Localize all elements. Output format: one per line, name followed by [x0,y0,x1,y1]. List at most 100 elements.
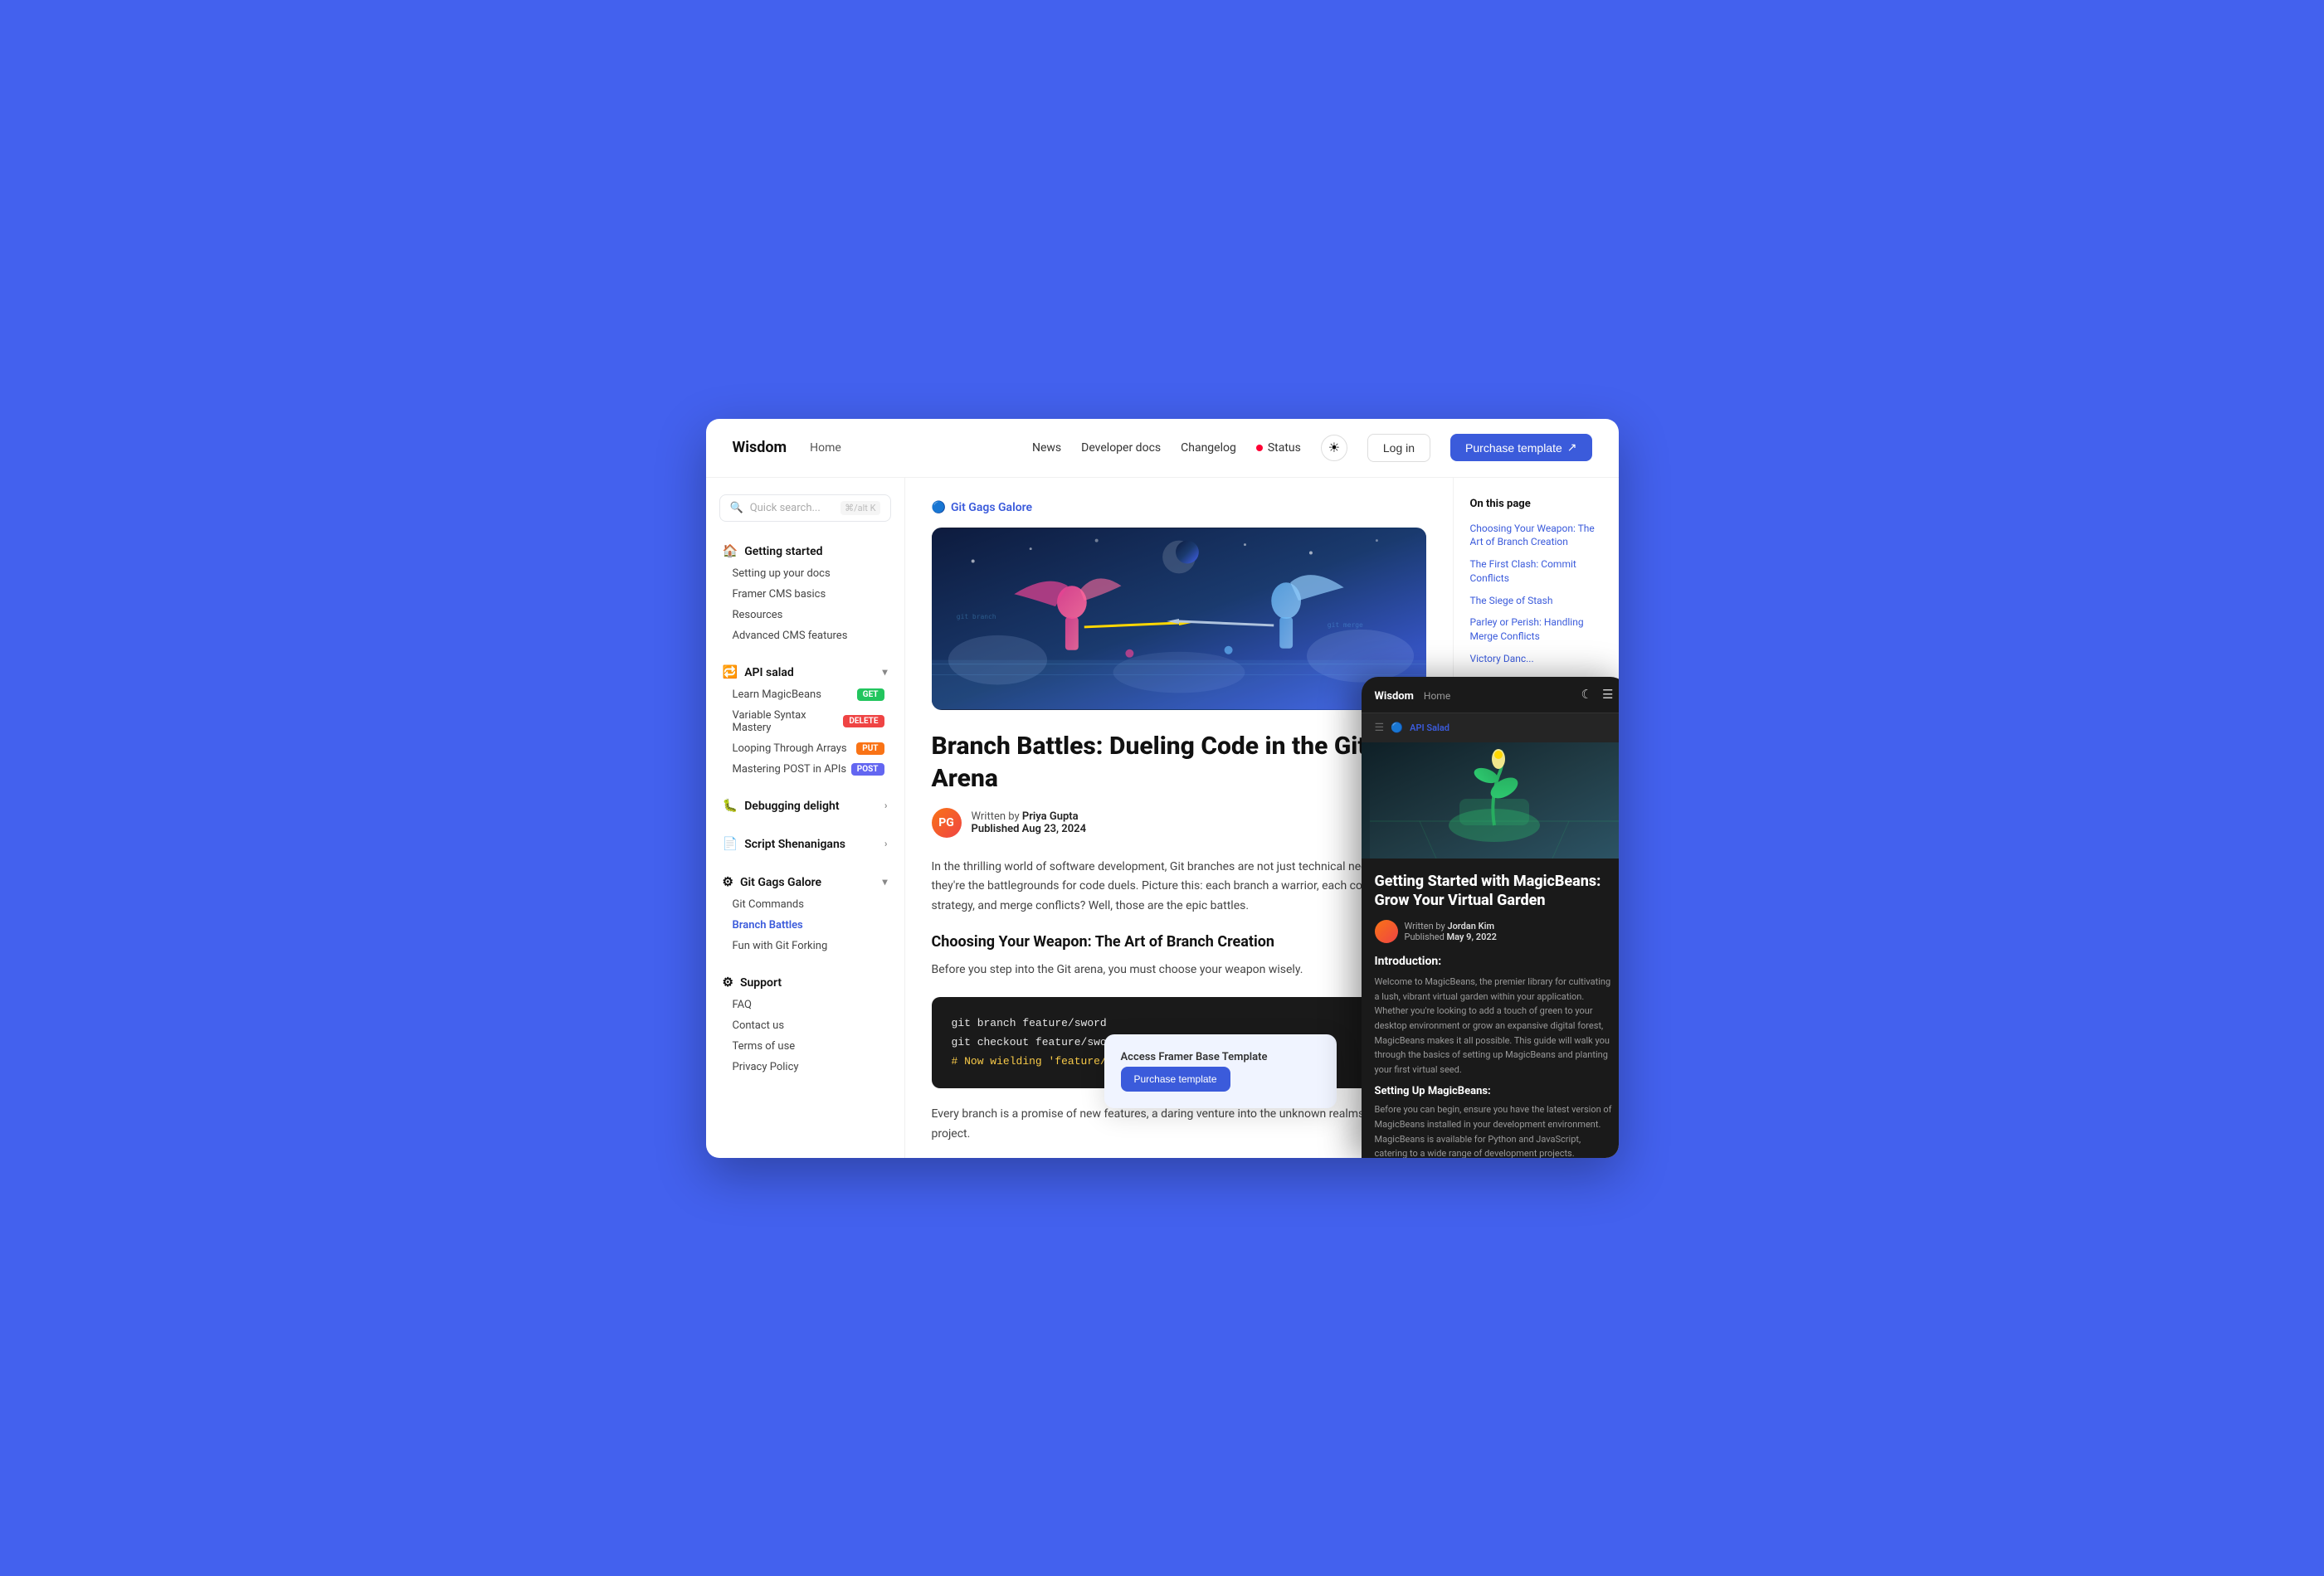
sidebar-header-script[interactable]: 📄Script Shenanigans › [719,831,891,856]
status-dot [1256,445,1263,451]
mobile-topbar: Wisdom Home ☾ ☰ [1362,677,1619,713]
external-link-icon: ↗ [1567,440,1577,455]
search-icon: 🔍 [730,502,743,514]
mobile-preview: Wisdom Home ☾ ☰ ☰ 🔵 API Salad [1362,677,1619,1158]
sidebar-section-support: ⚙Support FAQ Contact us Terms of use Pri… [719,970,891,1077]
sun-icon: ☀ [1328,440,1340,455]
mobile-author-text: Written by Jordan Kim Published May 9, 2… [1405,921,1497,942]
sidebar-item-branch-battles[interactable]: Branch Battles [726,915,891,936]
code-line-1: git branch feature/sword [952,1017,1107,1029]
search-shortcut: ⌘/alt K [840,501,879,515]
purchase-button[interactable]: Purchase template ↗ [1450,434,1591,461]
mobile-icons: ☾ ☰ [1581,687,1614,702]
author-avatar: PG [932,808,962,838]
home-icon: 🏠 [723,543,738,558]
menu-icon[interactable]: ☰ [1602,687,1613,702]
article-meta: PG Written by Priya Gupta Published Aug … [932,808,1426,838]
mobile-menu-icon: ☰ [1375,722,1385,734]
sidebar-item-advanced-cms[interactable]: Advanced CMS features [726,625,891,646]
mobile-api-label: API Salad [1410,722,1449,733]
sidebar-item-privacy[interactable]: Privacy Policy [726,1057,891,1077]
api-icon: 🔁 [723,664,738,679]
mobile-hero-image [1362,742,1619,859]
mobile-intro-text: Welcome to MagicBeans, the premier libra… [1375,975,1614,1077]
sidebar-item-terms[interactable]: Terms of use [726,1036,891,1057]
sidebar-item-setting-up-docs[interactable]: Setting up your docs [726,563,891,584]
status-indicator[interactable]: Status [1256,441,1301,455]
mobile-article-title: Getting Started with MagicBeans: Grow Yo… [1375,872,1614,911]
tag-icon: 🔵 [932,501,946,514]
search-placeholder: Quick search... [750,502,821,514]
badge-get: GET [857,688,884,701]
sidebar-item-resources[interactable]: Resources [726,605,891,625]
mobile-intro-heading: Introduction: [1375,955,1614,968]
mobile-nav: ☰ 🔵 API Salad [1362,713,1619,742]
svg-text:git merge: git merge [1327,620,1362,628]
mobile-home-label: Home [1424,690,1450,702]
bug-icon: 🐛 [723,798,738,813]
getting-started-items: Setting up your docs Framer CMS basics R… [719,563,891,646]
moon-icon[interactable]: ☾ [1581,687,1592,702]
sidebar-item-framer-cms-basics[interactable]: Framer CMS basics [726,584,891,605]
mobile-author-row: Written by Jordan Kim Published May 9, 2… [1375,920,1614,943]
sidebar-item-contact[interactable]: Contact us [726,1015,891,1036]
sidebar-item-mastering-post[interactable]: Mastering POST in APIs POST [726,759,891,780]
section-1-text: Before you step into the Git arena, you … [932,961,1426,980]
code-line-2: git checkout feature/sword [952,1036,1120,1048]
support-icon: ⚙ [723,975,733,990]
sidebar-item-faq[interactable]: FAQ [726,995,891,1015]
toc-item-1[interactable]: Choosing Your Weapon: The Art of Branch … [1470,522,1602,550]
support-items: FAQ Contact us Terms of use Privacy Poli… [719,995,891,1077]
theme-toggle[interactable]: ☀ [1321,435,1347,461]
card-overlay: Access Framer Base Template Purchase tem… [1104,1034,1337,1108]
badge-post: POST [851,763,884,776]
mobile-setup-heading: Setting Up MagicBeans: [1375,1085,1614,1097]
search-box[interactable]: 🔍 Quick search... ⌘/alt K [719,494,891,522]
chevron-right-icon: › [884,800,888,811]
nav-link-developer-docs[interactable]: Developer docs [1081,441,1161,455]
chevron-down-icon: ▾ [882,666,887,678]
home-link[interactable]: Home [810,441,841,455]
badge-delete: DELETE [843,715,884,727]
sidebar-item-git-commands[interactable]: Git Commands [726,894,891,915]
sidebar-section-debugging: 🐛Debugging delight › [719,793,891,818]
svg-text:git branch: git branch [956,613,996,620]
nav-links: News Developer docs Changelog Status ☀ L… [1032,434,1592,462]
section-1-heading: Choosing Your Weapon: The Art of Branch … [932,933,1426,951]
purchase-label: Purchase template [1465,441,1562,455]
sidebar-header-git-gags[interactable]: ⚙Git Gags Galore ▾ [719,869,891,894]
toc-title: On this page [1470,498,1602,510]
mobile-logo: Wisdom [1375,690,1414,703]
nav-link-changelog[interactable]: Changelog [1181,441,1236,455]
sidebar-header-api-salad[interactable]: 🔁API salad ▾ [719,659,891,684]
nav-link-news[interactable]: News [1032,441,1061,455]
hero-illustration: git branch git merge [932,528,1426,710]
sidebar-header-debugging[interactable]: 🐛Debugging delight › [719,793,891,818]
sidebar-section-api-salad: 🔁API salad ▾ Learn MagicBeans GET Variab… [719,659,891,780]
sidebar-item-fun-with-git-forking[interactable]: Fun with Git Forking [726,936,891,956]
toc-item-2[interactable]: The First Clash: Commit Conflicts [1470,557,1602,586]
git-icon: ⚙ [723,874,733,889]
sidebar-item-looping-arrays[interactable]: Looping Through Arrays PUT [726,738,891,759]
toc-item-4[interactable]: Parley or Perish: Handling Merge Conflic… [1470,615,1602,644]
mobile-author-avatar [1375,920,1398,943]
article-hero-image: git branch git merge [932,528,1426,710]
article-intro: In the thrilling world of software devel… [932,858,1426,917]
sidebar-header-getting-started[interactable]: 🏠Getting started [719,538,891,563]
git-gags-items: Git Commands Branch Battles Fun with Git… [719,894,891,956]
toc-item-3[interactable]: The Siege of Stash [1470,594,1602,608]
sidebar-item-variable-syntax[interactable]: Variable Syntax Mastery DELETE [726,705,891,738]
sidebar-item-learn-magic-beans[interactable]: Learn MagicBeans GET [726,684,891,705]
mobile-body: Getting Started with MagicBeans: Grow Yo… [1362,859,1619,1158]
toc-item-5[interactable]: Victory Danc... [1470,652,1602,666]
chevron-right-icon-2: › [884,838,888,849]
sidebar-header-support[interactable]: ⚙Support [719,970,891,995]
logo: Wisdom [733,439,787,456]
sidebar-section-getting-started: 🏠Getting started Setting up your docs Fr… [719,538,891,646]
card-overlay-title: Access Framer Base Template [1121,1051,1320,1063]
sidebar-section-script: 📄Script Shenanigans › [719,831,891,856]
login-button[interactable]: Log in [1367,434,1430,462]
article-body-end: Every branch is a promise of new feature… [932,1105,1426,1145]
sidebar-section-git-gags: ⚙Git Gags Galore ▾ Git Commands Branch B… [719,869,891,956]
card-overlay-purchase-button[interactable]: Purchase template [1121,1067,1230,1092]
